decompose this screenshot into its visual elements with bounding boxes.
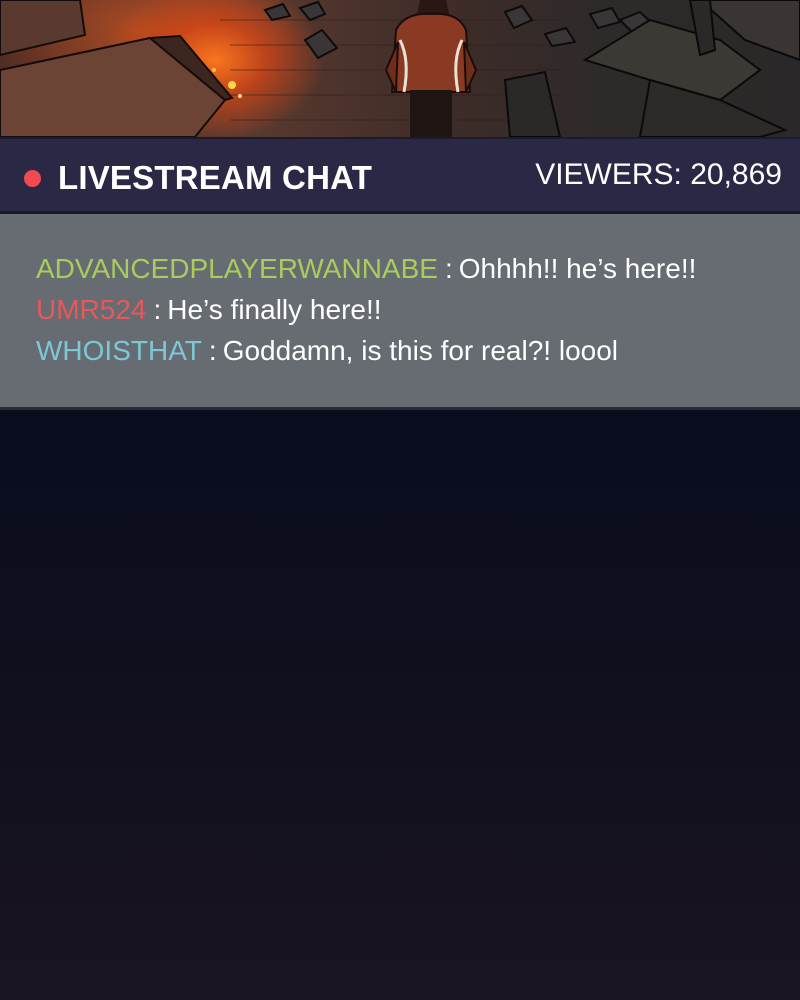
chat-message-text: Goddamn, is this for real?! loool <box>222 335 619 366</box>
stream-background <box>0 413 800 1000</box>
character-figure <box>384 0 478 137</box>
stream-title: LIVESTREAM CHAT <box>58 159 373 196</box>
live-indicator-icon <box>24 170 41 187</box>
chat-username: WHOISTHAT <box>36 335 202 366</box>
stream-scene-illustration <box>0 0 800 137</box>
chat-message-text: Ohhhh!! he’s here!! <box>458 253 697 284</box>
chat-separator: : <box>208 335 217 366</box>
scene-artwork <box>0 0 800 137</box>
livestream-header: LIVESTREAM CHAT VIEWERS: 20,869 <box>0 137 800 214</box>
chat-separator: : <box>444 253 453 284</box>
chat-username: ADVANCEDPLAYERWANNABE <box>36 253 438 284</box>
chat-message: UMR524: He’s finally here!! <box>36 294 800 335</box>
chat-message-text: He’s finally here!! <box>167 294 382 325</box>
chat-separator: : <box>153 294 162 325</box>
chat-panel: ADVANCEDPLAYERWANNABE: Ohhhh!! he’s here!… <box>0 214 800 410</box>
chat-message: ADVANCEDPLAYERWANNABE: Ohhhh!! he’s here!… <box>36 253 800 294</box>
viewer-count: VIEWERS: 20,869 <box>535 158 782 191</box>
chat-message: WHOISTHAT: Goddamn, is this for real?! lo… <box>36 335 800 376</box>
chat-username: UMR524 <box>36 294 147 325</box>
